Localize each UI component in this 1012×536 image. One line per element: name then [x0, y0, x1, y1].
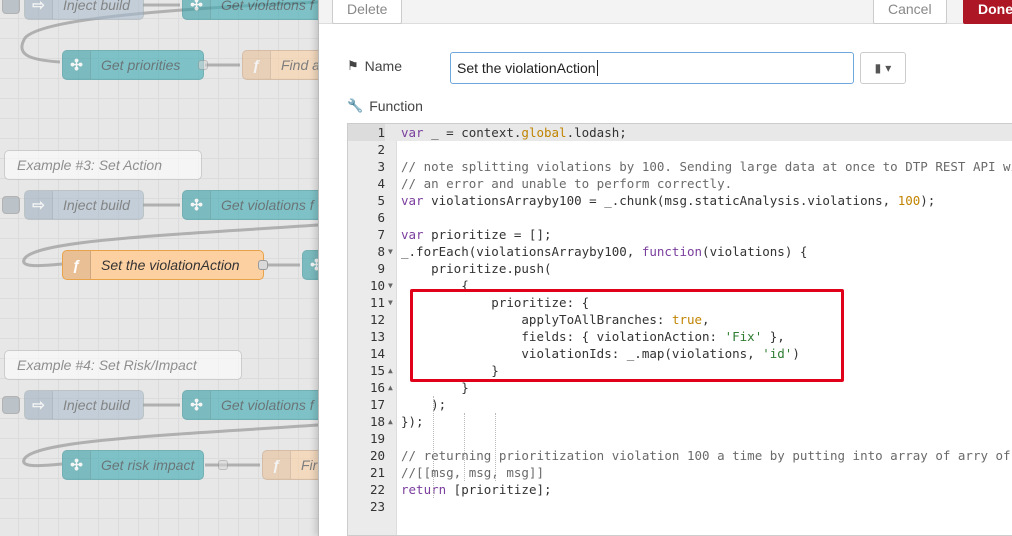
code-line: 3// note splitting violations by 100. Se… [348, 158, 1012, 175]
line-number: 22 [369, 482, 385, 497]
line-number: 18 [369, 414, 385, 429]
code-editor[interactable]: 1 var _ = context.global.lodash; 2 3// no… [347, 123, 1012, 536]
caret-down-icon: ▾ [885, 61, 892, 75]
line-number: 16 [369, 380, 385, 395]
flow-workspace[interactable]: ⇨ Inject build ✣ Get violations f ✣ Get … [0, 0, 318, 536]
line-number: 9 [377, 261, 385, 276]
cancel-button[interactable]: Cancel [873, 0, 947, 24]
line-number: 23 [369, 499, 385, 514]
tag-icon: ⚑ [347, 58, 359, 73]
fold-toggle-icon[interactable]: ▲ [388, 379, 393, 396]
line-number: 6 [377, 210, 385, 225]
code-line: 17 ); [348, 396, 1012, 413]
function-label-text: Function [369, 98, 423, 114]
line-number: 17 [369, 397, 385, 412]
code-line: 8 ▼ _.forEach(violationsArrayby100, functi… [348, 243, 1012, 260]
name-input-value: Set the violationAction [457, 60, 596, 76]
line-number: 2 [377, 142, 385, 157]
code-line: 12 applyToAllBranches: true, [348, 311, 1012, 328]
name-label-text: Name [364, 58, 403, 74]
code-line: 16 ▲ } [348, 379, 1012, 396]
code-line: 14 violationIds: _.map(violations, 'id') [348, 345, 1012, 362]
line-number: 1 [348, 124, 385, 141]
line-number: 19 [369, 431, 385, 446]
line-number: 7 [377, 227, 385, 242]
line-number: 20 [369, 448, 385, 463]
function-label: 🔧 Function [347, 98, 423, 114]
fold-toggle-icon[interactable]: ▼ [388, 243, 393, 260]
line-number: 15 [369, 363, 385, 378]
line-number: 12 [369, 312, 385, 327]
code-line: 23 [348, 498, 1012, 515]
line-number: 3 [377, 159, 385, 174]
code-line: 10 ▼ { [348, 277, 1012, 294]
edit-tray: Delete Cancel Done ⚑ Name Set the violat… [318, 0, 1012, 536]
code-line: 19 [348, 430, 1012, 447]
line-number: 21 [369, 465, 385, 480]
tray-toolbar: Delete Cancel Done [319, 0, 1012, 24]
code-line: 5 var violationsArrayby100 = _.chunk(msg.… [348, 192, 1012, 209]
indent-guide [464, 413, 465, 481]
code-line: 4// an error and unable to perform corre… [348, 175, 1012, 192]
line-number: 14 [369, 346, 385, 361]
book-icon: ▮ [874, 61, 882, 75]
done-button[interactable]: Done [963, 0, 1012, 24]
code-line: 20// returning prioritization violation … [348, 447, 1012, 464]
code-line: 21//[[msg, msg, msg]] [348, 464, 1012, 481]
indent-guide [495, 413, 496, 481]
name-input[interactable]: Set the violationAction [450, 52, 854, 84]
code-line: 18 ▲}); [348, 413, 1012, 430]
fold-toggle-icon[interactable]: ▼ [388, 294, 393, 311]
code-line: 9 prioritize.push( [348, 260, 1012, 277]
line-number: 11 [369, 295, 385, 310]
fold-toggle-icon[interactable]: ▲ [388, 362, 393, 379]
delete-button[interactable]: Delete [332, 0, 403, 24]
line-number: 13 [369, 329, 385, 344]
code-line: 1 var _ = context.global.lodash; [348, 124, 1012, 141]
code-line: 6 [348, 209, 1012, 226]
code-line: 2 [348, 141, 1012, 158]
line-number: 10 [369, 278, 385, 293]
text-caret [596, 60, 598, 76]
fold-toggle-icon[interactable]: ▼ [388, 277, 393, 294]
fold-toggle-icon[interactable]: ▲ [388, 413, 393, 430]
name-label: ⚑ Name [347, 58, 402, 74]
code-line: 7 var prioritize = []; [348, 226, 1012, 243]
code-line: 22 return [prioritize]; [348, 481, 1012, 498]
line-number: 8 [377, 244, 385, 259]
wrench-icon: 🔧 [347, 98, 364, 113]
workspace-shade [0, 0, 318, 536]
line-number: 4 [377, 176, 385, 191]
code-line: 11 ▼ prioritize: { [348, 294, 1012, 311]
library-button[interactable]: ▮ ▾ [860, 52, 906, 84]
code-line: 15 ▲ } [348, 362, 1012, 379]
code-line: 13 fields: { violationAction: 'Fix' }, [348, 328, 1012, 345]
code-lines: 1 var _ = context.global.lodash; 2 3// no… [348, 124, 1012, 515]
line-number: 5 [377, 193, 385, 208]
indent-guide [433, 396, 434, 498]
